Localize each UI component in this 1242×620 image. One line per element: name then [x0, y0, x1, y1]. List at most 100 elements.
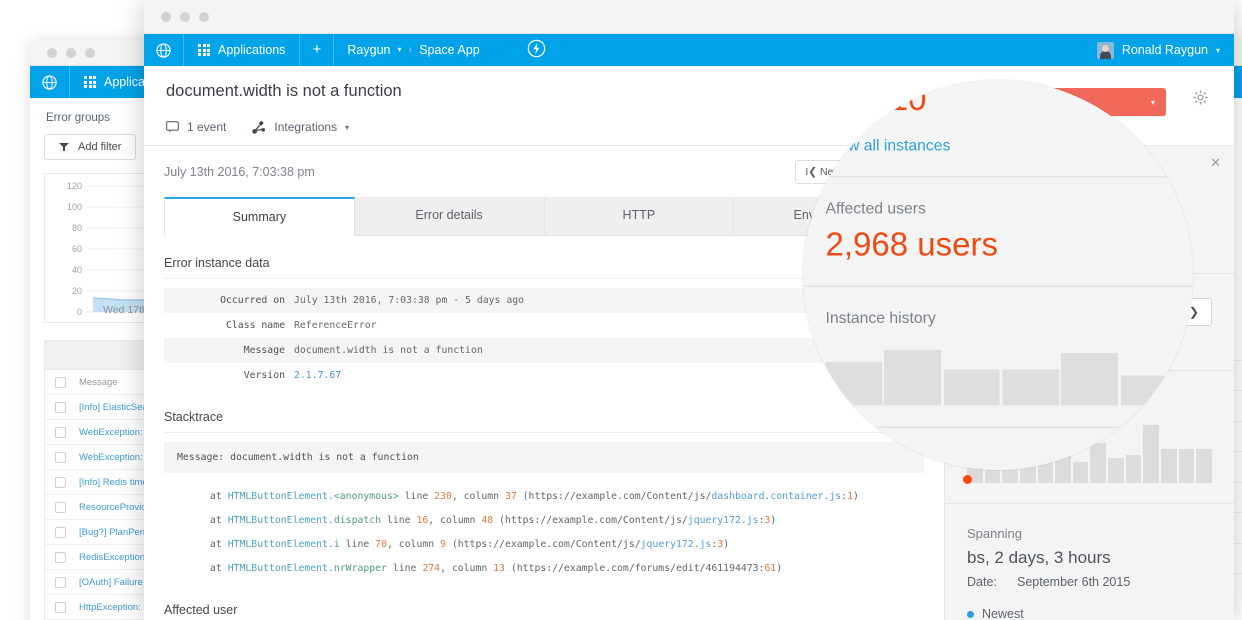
lens-instance-history-bars [825, 343, 1193, 406]
main-navbar: Applications + Raygun ▾ › Space App Rona… [144, 34, 1234, 66]
history-bar [1002, 369, 1060, 406]
row-key: Occurred on [220, 295, 285, 306]
tab-http[interactable]: HTTP [544, 197, 735, 235]
tab-summary[interactable]: Summary [164, 197, 355, 236]
row-value: ReferenceError [294, 320, 377, 331]
integrations-label: Integrations [274, 120, 338, 134]
integrations-icon [252, 120, 266, 134]
chart-x-label: Wed 17th [103, 304, 148, 316]
event-count[interactable]: 1 event [166, 120, 226, 134]
lens-total-instances-value: 21,510 [825, 80, 927, 118]
user-menu[interactable]: Ronald Raygun ▾ [1096, 41, 1234, 59]
row-checkbox[interactable] [55, 501, 66, 513]
lens-spanning-block: Spanning bs, 2 days, 3 hours [803, 428, 1193, 470]
lens-spanning-label: Spanning [825, 450, 893, 469]
row-checkbox[interactable] [55, 426, 66, 438]
grid-icon [84, 76, 96, 88]
oldest-date-row: Date: September 6th 2015 [967, 572, 1212, 593]
tab-error-details[interactable]: Error details [354, 197, 545, 235]
stacktrace-frames: at HTMLButtonElement.<anonymous> line 23… [164, 485, 924, 581]
window-maximize-dot[interactable] [85, 47, 95, 58]
breadcrumb-separator: › [408, 44, 413, 56]
breadcrumb: Raygun ▾ › Space App [334, 34, 492, 66]
history-bar [1120, 374, 1178, 406]
select-all-checkbox[interactable] [55, 376, 66, 388]
avatar [1096, 41, 1114, 59]
globe-icon[interactable] [30, 66, 70, 98]
window-close-dot[interactable] [161, 11, 171, 22]
gear-icon[interactable] [1193, 90, 1208, 109]
stacktrace-frame: at HTMLButtonElement.i line 70, column 9… [210, 539, 730, 551]
row-key: Message [243, 345, 285, 356]
window-maximize-dot[interactable] [199, 11, 209, 22]
svg-text:40: 40 [72, 265, 82, 275]
window-titlebar [144, 0, 1234, 34]
svg-text:20: 20 [72, 286, 82, 296]
svg-text:100: 100 [67, 202, 82, 212]
breadcrumb-app[interactable]: Raygun [347, 34, 390, 66]
event-count-label: 1 event [187, 120, 227, 134]
oldest-date-key: Date: [967, 575, 997, 589]
comment-icon [166, 121, 179, 133]
lens-affected-users-value: 2,968 users [825, 225, 998, 264]
newest-group-label: Newest [967, 607, 1212, 620]
lens-instance-history-label: Instance history [825, 309, 936, 328]
funnel-icon [59, 143, 69, 151]
stacktrace-frame: at HTMLButtonElement.dispatch line 16, c… [210, 515, 777, 527]
user-name: Ronald Raygun [1121, 43, 1208, 57]
lens-instance-history-block: Instance history [803, 287, 1193, 428]
row-checkbox[interactable] [55, 476, 66, 488]
row-checkbox[interactable] [55, 451, 66, 463]
magnifier-lens: ✕ Total instances 21,510 View all instan… [803, 80, 1193, 470]
applications-menu[interactable]: Applications [184, 34, 301, 66]
chevron-down-icon[interactable]: ▾ [398, 34, 402, 66]
row-checkbox[interactable] [55, 601, 66, 613]
row-checkbox[interactable] [55, 551, 66, 563]
svg-text:0: 0 [77, 307, 82, 317]
magnifier-content: ✕ Total instances 21,510 View all instan… [803, 80, 1193, 470]
window-close-dot[interactable] [47, 47, 57, 58]
lens-total-instances-block: Total instances 21,510 View all instance… [803, 80, 1193, 178]
add-filter-label: Add filter [78, 141, 122, 153]
screenshot-stage: Applications + Ronald Raygun ▾ Error gro… [0, 0, 1242, 620]
stacktrace-frame: at HTMLButtonElement.nrWrapper line 274,… [210, 563, 783, 575]
spanning-label: Spanning [967, 526, 1022, 541]
row-checkbox[interactable] [55, 401, 66, 413]
affected-user-heading: Affected user [164, 603, 924, 620]
row-checkbox[interactable] [55, 526, 66, 538]
column-header-message: Message [79, 376, 118, 388]
row-key: Class name [226, 320, 285, 331]
row-value[interactable]: 2.1.7.67 [294, 363, 341, 388]
svg-text:60: 60 [72, 244, 82, 254]
history-bar [884, 349, 942, 406]
breadcrumb-child[interactable]: Space App [419, 34, 479, 66]
row-value: July 13th 2016, 7:03:38 pm - 5 days ago [294, 295, 525, 306]
lens-affected-users-label: Affected users [825, 200, 926, 218]
add-application-button[interactable]: + [300, 34, 335, 66]
chevron-down-icon: ▾ [345, 122, 350, 132]
window-minimize-dot[interactable] [180, 11, 190, 22]
globe-icon[interactable] [144, 34, 184, 66]
lightning-circle-icon[interactable] [527, 39, 546, 61]
oldest-date-value: September 6th 2015 [1017, 575, 1131, 589]
stacktrace-frame: at HTMLButtonElement.<anonymous> line 23… [210, 491, 859, 502]
svg-text:120: 120 [67, 181, 82, 191]
applications-label: Applications [218, 43, 286, 57]
lens-affected-users-block: Affected users 2,968 users View ❯ [803, 178, 1193, 287]
svg-text:80: 80 [72, 223, 82, 233]
spanning-block: Spanning bs, 2 days, 3 hours Date: Septe… [945, 504, 1234, 620]
lens-history-marker-dot [827, 398, 837, 408]
grid-icon [198, 44, 210, 56]
spanning-value: bs, 2 days, 3 hours [967, 548, 1111, 567]
row-checkbox[interactable] [55, 576, 66, 588]
lens-view-all-instances-link[interactable]: View all instances [826, 137, 1194, 155]
chevron-down-icon: ▾ [1215, 45, 1220, 55]
history-bar [943, 369, 1001, 406]
history-bar [1061, 352, 1119, 406]
history-bar [1179, 384, 1193, 406]
row-value: document.width is not a function [294, 345, 483, 356]
add-filter-button[interactable]: Add filter [44, 134, 137, 160]
history-bar [1196, 448, 1212, 483]
integrations-menu[interactable]: Integrations ▾ [252, 120, 349, 134]
window-minimize-dot[interactable] [66, 47, 76, 58]
